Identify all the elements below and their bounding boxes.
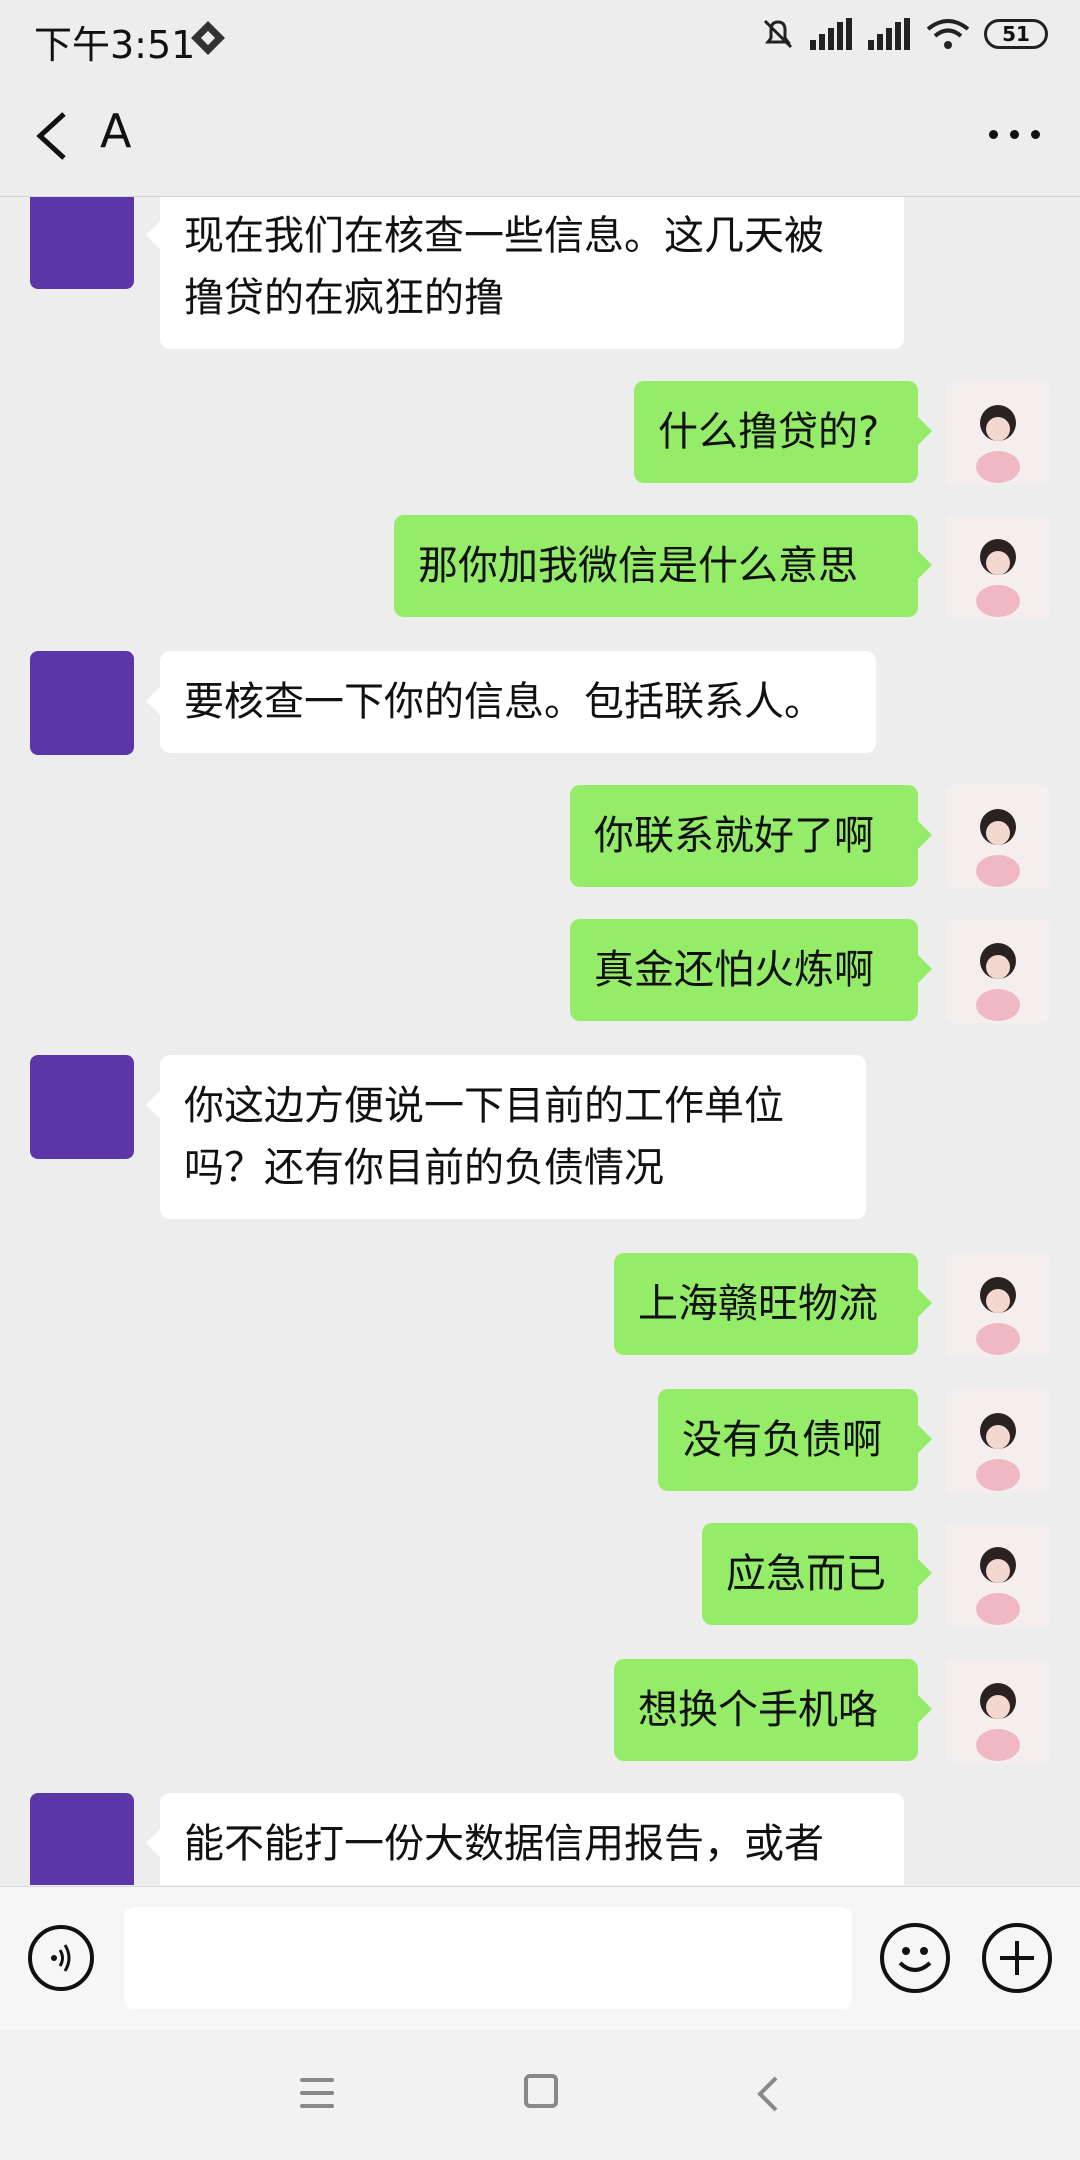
nav-back-icon[interactable] bbox=[752, 2074, 786, 2114]
outgoing-message[interactable]: 没有负债啊 bbox=[658, 1389, 932, 1491]
home-icon[interactable] bbox=[524, 2074, 558, 2108]
self-avatar[interactable] bbox=[946, 515, 1050, 619]
contact-avatar[interactable] bbox=[30, 1793, 134, 1885]
message-line: 能不能打一份大数据信用报告，或者 bbox=[184, 1821, 824, 1867]
self-avatar-image bbox=[946, 515, 1050, 619]
voice-icon[interactable] bbox=[28, 1925, 94, 1991]
contact-avatar[interactable] bbox=[30, 1055, 134, 1159]
battery-indicator: 51 bbox=[984, 19, 1048, 49]
emoji-icon[interactable] bbox=[880, 1923, 950, 1993]
message-line: 上海赣旺物流 bbox=[638, 1281, 878, 1327]
system-nav-bar bbox=[0, 2030, 1080, 2160]
message-line: 你联系就好了啊 bbox=[594, 813, 874, 859]
self-avatar-image bbox=[946, 785, 1050, 889]
outgoing-message[interactable]: 想换个手机咯 bbox=[614, 1659, 932, 1761]
voice-waves-icon bbox=[51, 1944, 71, 1972]
plus-sign-icon bbox=[1000, 1941, 1034, 1975]
message-line: 吗？还有你目前的负债情况 bbox=[184, 1145, 664, 1191]
outgoing-message[interactable]: 真金还怕火炼啊 bbox=[570, 919, 932, 1021]
menu-icon[interactable] bbox=[300, 2078, 334, 2117]
outgoing-message[interactable]: 上海赣旺物流 bbox=[614, 1253, 932, 1355]
mute-bell-icon bbox=[763, 19, 793, 49]
outgoing-message[interactable]: 你联系就好了啊 bbox=[570, 785, 932, 887]
incoming-message[interactable]: 要核查一下你的信息。包括联系人。 bbox=[146, 651, 876, 753]
self-avatar-image bbox=[946, 1523, 1050, 1627]
outgoing-message[interactable]: 什么撸贷的? bbox=[634, 381, 932, 483]
self-avatar[interactable] bbox=[946, 1523, 1050, 1627]
message-line: 什么撸贷的? bbox=[658, 409, 880, 455]
self-avatar-image bbox=[946, 1253, 1050, 1357]
message-line: 想换个手机咯 bbox=[638, 1687, 878, 1733]
status-time: 下午3:51 bbox=[34, 23, 196, 67]
message-line: 真金还怕火炼啊 bbox=[594, 947, 874, 993]
back-arrow-icon[interactable] bbox=[30, 108, 76, 164]
self-avatar[interactable] bbox=[946, 1389, 1050, 1493]
chat-area[interactable]: 现在我们在核查一些信息。这几天被 撸贷的在疯狂的撸 什么撸贷的? 那你加我微信是… bbox=[0, 197, 1080, 1885]
signal-icon-2 bbox=[868, 18, 910, 50]
message-line: 没有负债啊 bbox=[682, 1417, 882, 1463]
self-avatar-image bbox=[946, 381, 1050, 485]
chat-title: A bbox=[100, 104, 132, 158]
outgoing-message[interactable]: 那你加我微信是什么意思 bbox=[394, 515, 932, 617]
contact-avatar[interactable] bbox=[30, 197, 134, 289]
status-bar: 下午3:51 51 bbox=[0, 0, 1080, 78]
chat-header: A bbox=[0, 78, 1080, 197]
self-avatar-image bbox=[946, 1659, 1050, 1763]
wifi-icon bbox=[926, 19, 970, 49]
plus-icon[interactable] bbox=[982, 1923, 1052, 1993]
self-avatar[interactable] bbox=[946, 785, 1050, 889]
notification-icon bbox=[191, 21, 225, 55]
incoming-message[interactable]: 能不能打一份大数据信用报告，或者 bbox=[146, 1793, 904, 1885]
contact-avatar[interactable] bbox=[30, 651, 134, 755]
message-line: 要核查一下你的信息。包括联系人。 bbox=[184, 679, 824, 725]
incoming-message[interactable]: 你这边方便说一下目前的工作单位 吗？还有你目前的负债情况 bbox=[146, 1055, 866, 1219]
self-avatar[interactable] bbox=[946, 1659, 1050, 1763]
self-avatar-image bbox=[946, 919, 1050, 1023]
self-avatar[interactable] bbox=[946, 919, 1050, 1023]
outgoing-message[interactable]: 应急而已 bbox=[702, 1523, 932, 1625]
message-input[interactable] bbox=[124, 1907, 852, 2009]
incoming-message[interactable]: 现在我们在核查一些信息。这几天被 撸贷的在疯狂的撸 bbox=[146, 197, 904, 349]
more-icon[interactable] bbox=[989, 130, 1040, 139]
self-avatar[interactable] bbox=[946, 381, 1050, 485]
message-line: 你这边方便说一下目前的工作单位 bbox=[184, 1083, 784, 1129]
signal-icon bbox=[810, 18, 852, 50]
emoji-face-icon bbox=[898, 1947, 932, 1972]
self-avatar-image bbox=[946, 1389, 1050, 1493]
message-line: 应急而已 bbox=[726, 1551, 886, 1597]
input-bar bbox=[0, 1886, 1080, 2031]
self-avatar[interactable] bbox=[946, 1253, 1050, 1357]
message-line: 现在我们在核查一些信息。这几天被 bbox=[184, 213, 824, 259]
message-line: 那你加我微信是什么意思 bbox=[418, 543, 858, 589]
message-line: 撸贷的在疯狂的撸 bbox=[184, 275, 504, 321]
